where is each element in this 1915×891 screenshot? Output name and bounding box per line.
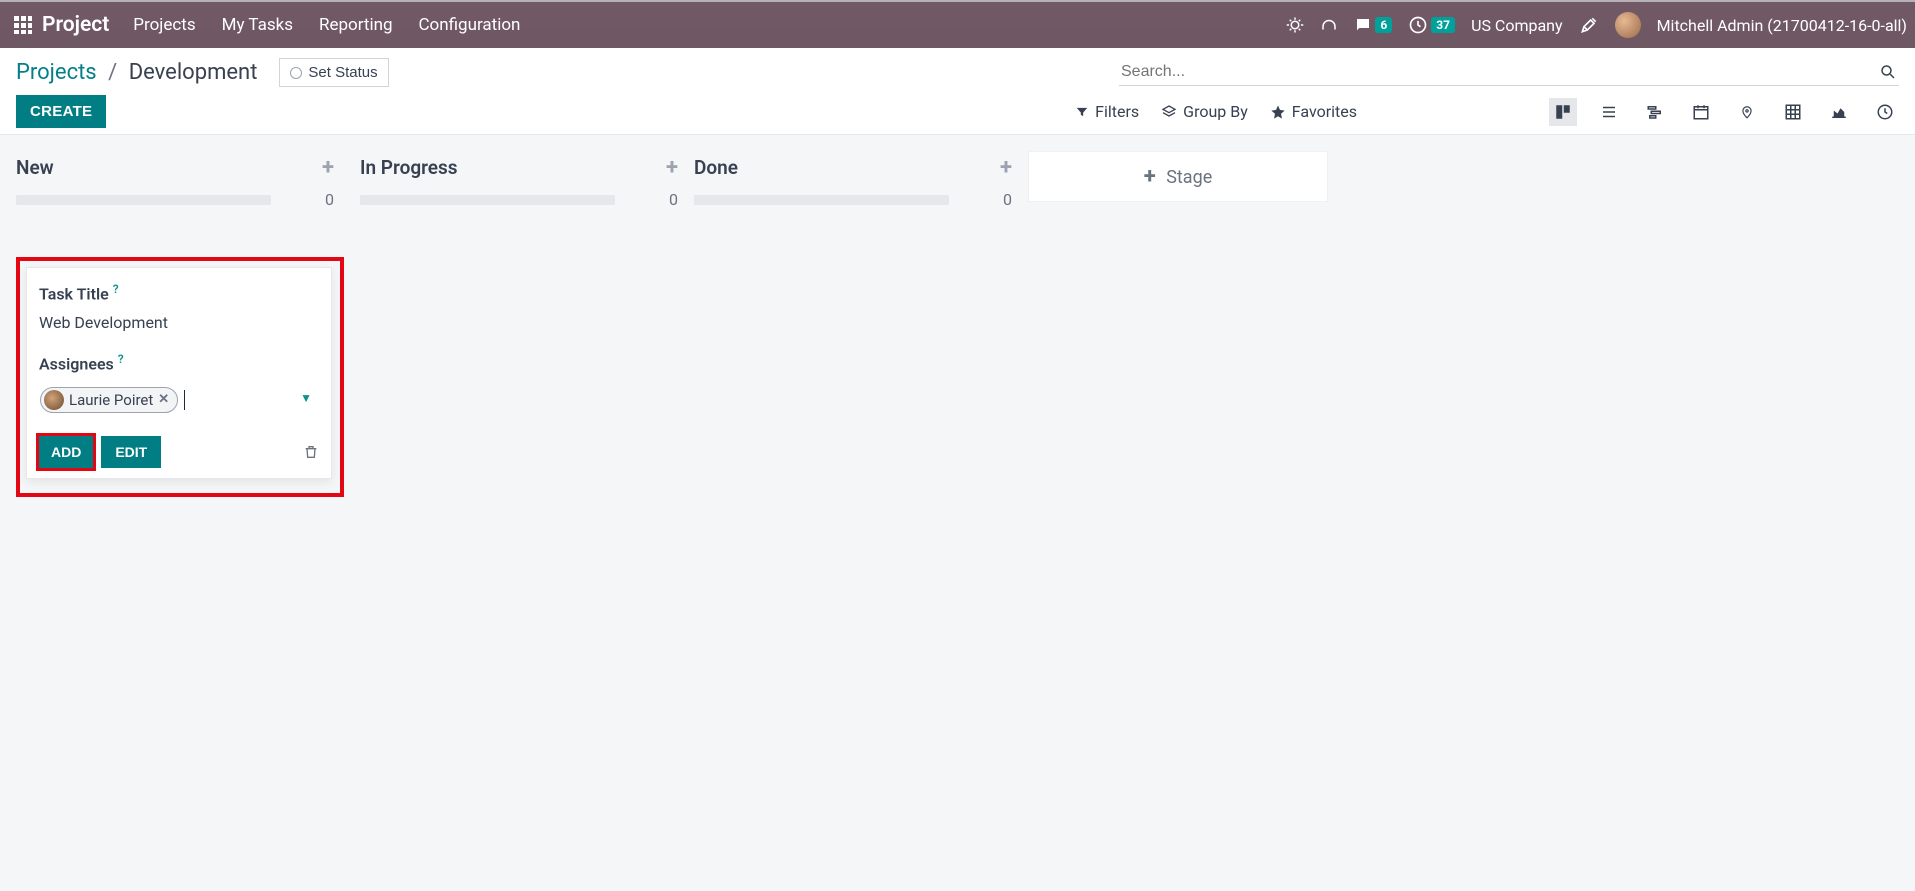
help-icon[interactable]: ? — [118, 352, 124, 366]
assignees-label: Assignees ? — [39, 352, 319, 373]
kanban-column-wrapper: New + 0 Task Title ? Web Development Ass… — [16, 151, 344, 497]
favorites-label: Favorites — [1292, 102, 1357, 121]
apps-icon[interactable] — [14, 16, 32, 34]
tools-icon[interactable] — [1579, 15, 1599, 35]
kanban-column-in-progress: In Progress + 0 — [360, 151, 678, 209]
group-by-label: Group By — [1183, 102, 1248, 121]
breadcrumb-current: Development — [129, 60, 258, 85]
trash-icon[interactable] — [303, 444, 319, 460]
search-options: Filters Group By Favorites — [1075, 98, 1899, 126]
group-by-button[interactable]: Group By — [1161, 102, 1248, 121]
bug-icon[interactable] — [1286, 16, 1304, 34]
task-title-input[interactable]: Web Development — [39, 313, 319, 332]
activities-icon[interactable]: 37 — [1408, 15, 1455, 35]
help-icon[interactable]: ? — [113, 282, 119, 296]
filters-label: Filters — [1095, 102, 1139, 121]
search-box[interactable] — [1119, 59, 1899, 86]
status-dot-icon — [290, 67, 302, 79]
quick-add-icon[interactable]: + — [1000, 155, 1012, 180]
nav-reporting[interactable]: Reporting — [319, 15, 393, 35]
set-status-label: Set Status — [308, 64, 377, 81]
kanban-column-new: New + 0 — [16, 151, 334, 209]
view-switcher — [1549, 98, 1899, 126]
app-brand[interactable]: Project — [42, 13, 109, 37]
text-cursor — [184, 390, 185, 410]
column-count: 0 — [1003, 190, 1012, 209]
list-view-icon[interactable] — [1595, 98, 1623, 126]
activity-view-icon[interactable] — [1871, 98, 1899, 126]
filters-button[interactable]: Filters — [1075, 102, 1139, 121]
messages-icon[interactable]: 6 — [1354, 16, 1392, 34]
user-name[interactable]: Mitchell Admin (21700412-16-0-all) — [1657, 16, 1907, 35]
nav-my-tasks[interactable]: My Tasks — [222, 15, 293, 35]
control-panel: Projects / Development Set Status CREATE… — [0, 48, 1915, 135]
add-stage-label: Stage — [1166, 167, 1212, 188]
column-title[interactable]: Done — [694, 156, 1000, 179]
column-count: 0 — [325, 190, 334, 209]
topbar: Project Projects My Tasks Reporting Conf… — [0, 0, 1915, 48]
highlight-annotation: Task Title ? Web Development Assignees ?… — [16, 257, 344, 497]
breadcrumb: Projects / Development — [16, 60, 257, 85]
activities-badge: 37 — [1431, 17, 1455, 33]
column-title[interactable]: New — [16, 156, 322, 179]
column-title[interactable]: In Progress — [360, 156, 666, 179]
add-stage-button[interactable]: + Stage — [1028, 151, 1328, 202]
plus-icon: + — [1144, 164, 1156, 189]
create-button[interactable]: CREATE — [16, 95, 106, 128]
edit-button[interactable]: EDIT — [101, 436, 161, 468]
kanban-view-icon[interactable] — [1549, 98, 1577, 126]
task-title-label: Task Title ? — [39, 282, 319, 303]
kanban-board: New + 0 Task Title ? Web Development Ass… — [0, 135, 1915, 513]
assignee-avatar — [44, 390, 64, 410]
quick-add-icon[interactable]: + — [666, 155, 678, 180]
column-progress — [694, 195, 949, 205]
pivot-view-icon[interactable] — [1779, 98, 1807, 126]
calendar-view-icon[interactable] — [1687, 98, 1715, 126]
map-view-icon[interactable] — [1733, 98, 1761, 126]
company-switcher[interactable]: US Company — [1471, 16, 1563, 35]
gantt-view-icon[interactable] — [1641, 98, 1669, 126]
search-input[interactable] — [1121, 63, 1879, 81]
column-progress — [16, 195, 271, 205]
nav-projects[interactable]: Projects — [133, 15, 195, 35]
favorites-button[interactable]: Favorites — [1270, 102, 1357, 121]
kanban-column-done: Done + 0 — [694, 151, 1012, 209]
quick-create-card: Task Title ? Web Development Assignees ?… — [26, 267, 332, 479]
assignee-chip[interactable]: Laurie Poiret ✕ — [40, 387, 178, 413]
user-avatar[interactable] — [1615, 12, 1641, 38]
set-status-button[interactable]: Set Status — [279, 58, 388, 87]
quick-add-icon[interactable]: + — [322, 155, 334, 180]
assignees-input[interactable]: Laurie Poiret ✕ ▼ — [39, 384, 319, 416]
support-icon[interactable] — [1320, 16, 1338, 34]
dropdown-caret-icon[interactable]: ▼ — [300, 391, 312, 405]
column-count: 0 — [669, 190, 678, 209]
topbar-right: 6 37 US Company Mitchell Admin (21700412… — [1286, 12, 1907, 38]
breadcrumb-sep: / — [108, 60, 117, 85]
messages-badge: 6 — [1375, 17, 1392, 33]
column-progress — [360, 195, 615, 205]
search-icon[interactable] — [1879, 63, 1897, 81]
add-button[interactable]: ADD — [39, 436, 93, 468]
nav-configuration[interactable]: Configuration — [418, 15, 520, 35]
main-nav: Projects My Tasks Reporting Configuratio… — [133, 15, 542, 35]
graph-view-icon[interactable] — [1825, 98, 1853, 126]
remove-chip-icon[interactable]: ✕ — [158, 392, 169, 407]
assignee-name: Laurie Poiret — [69, 391, 153, 409]
breadcrumb-root[interactable]: Projects — [16, 60, 97, 85]
